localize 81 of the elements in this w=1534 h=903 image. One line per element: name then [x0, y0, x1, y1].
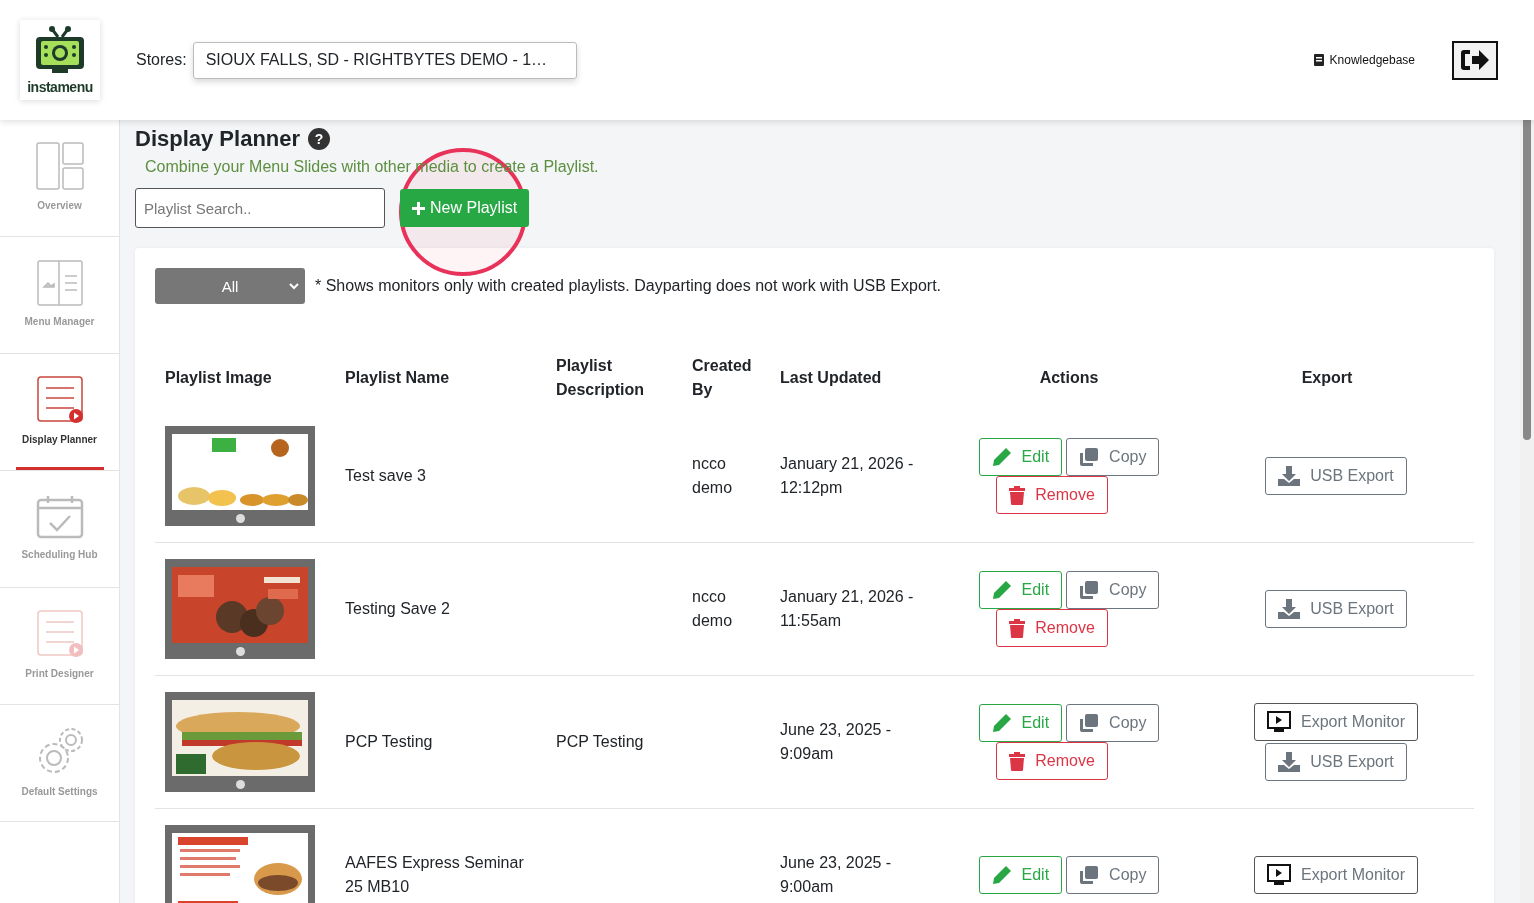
playlist-name: Testing Save 2: [345, 599, 451, 619]
sidebar-item[interactable]: Print Designer: [15, 588, 104, 704]
chevron-down-icon: [289, 283, 299, 290]
copy-button[interactable]: Copy: [1066, 438, 1160, 476]
slide-dot[interactable]: [235, 514, 245, 523]
playlist-name: PCP Testing: [345, 732, 434, 752]
help-icon[interactable]: ?: [308, 128, 331, 150]
copy-icon: [1079, 713, 1100, 733]
sidebar-item[interactable]: Display Planner: [15, 354, 104, 470]
remove-button[interactable]: Remove: [996, 476, 1108, 514]
monitor-play-icon: [1266, 711, 1291, 733]
logo[interactable]: instamenu: [20, 20, 100, 100]
filter-note: * Shows monitors only with created playlists. Dayparting does not work with USB Export.: [315, 277, 942, 295]
copy-button[interactable]: Copy: [1066, 571, 1160, 609]
stores-select[interactable]: SIOUX FALLS, SD - RIGHTBYTES DEMO - 1…: [192, 41, 577, 79]
copy-icon: [1079, 447, 1100, 467]
column-header: Playlist Description: [555, 356, 645, 400]
pencil-icon: [991, 713, 1012, 733]
logout-button[interactable]: [1452, 40, 1498, 80]
slide-dot[interactable]: [235, 647, 245, 656]
knowledgebase-link[interactable]: Knowledgebase: [1313, 53, 1415, 67]
playlist-name: Test save 3: [345, 466, 427, 486]
layout-icon: [35, 142, 84, 190]
plus-icon: [412, 201, 425, 215]
edit-button[interactable]: Edit: [978, 856, 1063, 894]
column-header: Export: [1300, 368, 1354, 388]
created-by: ncco demo: [692, 454, 734, 498]
edit-button[interactable]: Edit: [978, 571, 1063, 609]
filter-select[interactable]: All: [155, 268, 305, 304]
usb-export-button[interactable]: USB Export: [1265, 743, 1407, 781]
edit-button[interactable]: Edit: [978, 704, 1063, 742]
pencil-icon: [991, 447, 1012, 467]
trash-icon: [1009, 618, 1026, 638]
last-updated: June 23, 2025 - 9:09am: [780, 720, 893, 764]
usb-export-button[interactable]: USB Export: [1265, 457, 1407, 495]
remove-button[interactable]: Remove: [996, 609, 1108, 647]
sidebar-item[interactable]: Scheduling Hub: [15, 471, 104, 587]
slide-dot[interactable]: [235, 780, 245, 789]
download-icon: [1278, 752, 1301, 772]
book-icon: [1313, 54, 1324, 66]
sidebar-item[interactable]: Overview: [15, 120, 104, 236]
monitor-play-icon: [1266, 864, 1291, 886]
export-monitor-button[interactable]: Export Monitor: [1253, 703, 1418, 741]
column-header: Playlist Image: [164, 368, 273, 388]
remove-button[interactable]: Remove: [996, 742, 1108, 780]
playlist-name: AAFES Express Seminar 25 MB10: [345, 853, 525, 897]
trash-icon: [1009, 751, 1026, 771]
playlist-icon: [35, 610, 84, 658]
scrollbar[interactable]: [1520, 120, 1534, 903]
new-playlist-button[interactable]: New Playlist: [400, 189, 530, 227]
copy-button[interactable]: Copy: [1066, 856, 1160, 894]
sidebar-item[interactable]: Menu Manager: [15, 237, 104, 353]
last-updated: June 23, 2025 - 9:00am: [780, 853, 893, 897]
page-title: Display Planner: [135, 126, 301, 152]
usb-export-button[interactable]: USB Export: [1265, 590, 1407, 628]
copy-icon: [1079, 580, 1100, 600]
copy-icon: [1079, 865, 1100, 885]
search-field[interactable]: Playlist Search..: [135, 188, 385, 228]
export-monitor-button[interactable]: Export Monitor: [1253, 856, 1418, 894]
pencil-icon: [991, 865, 1012, 885]
playlist-icon: [35, 376, 84, 424]
copy-button[interactable]: Copy: [1066, 704, 1160, 742]
download-icon: [1278, 466, 1301, 486]
edit-button[interactable]: Edit: [978, 438, 1063, 476]
pencil-icon: [991, 580, 1012, 600]
sidebar-item[interactable]: Default Settings: [15, 705, 104, 821]
last-updated: January 21, 2026 - 12:12pm: [780, 454, 915, 498]
column-header: Last Updated: [779, 368, 883, 388]
sign-out-icon: [1460, 48, 1490, 72]
last-updated: January 21, 2026 - 11:55am: [780, 587, 915, 631]
column-header: Actions: [1038, 368, 1100, 388]
playlist-description: PCP Testing: [556, 732, 645, 752]
download-icon: [1278, 599, 1301, 619]
calendar-check-icon: [35, 495, 84, 539]
created-by: ncco demo: [692, 587, 734, 631]
column-header: Playlist Name: [344, 368, 451, 388]
stores-label: Stores:: [136, 51, 187, 69]
menu-layout-icon: [36, 260, 83, 306]
logo-text: instamenu: [27, 79, 93, 95]
trash-icon: [1009, 485, 1026, 505]
column-header: Created By: [691, 356, 753, 400]
